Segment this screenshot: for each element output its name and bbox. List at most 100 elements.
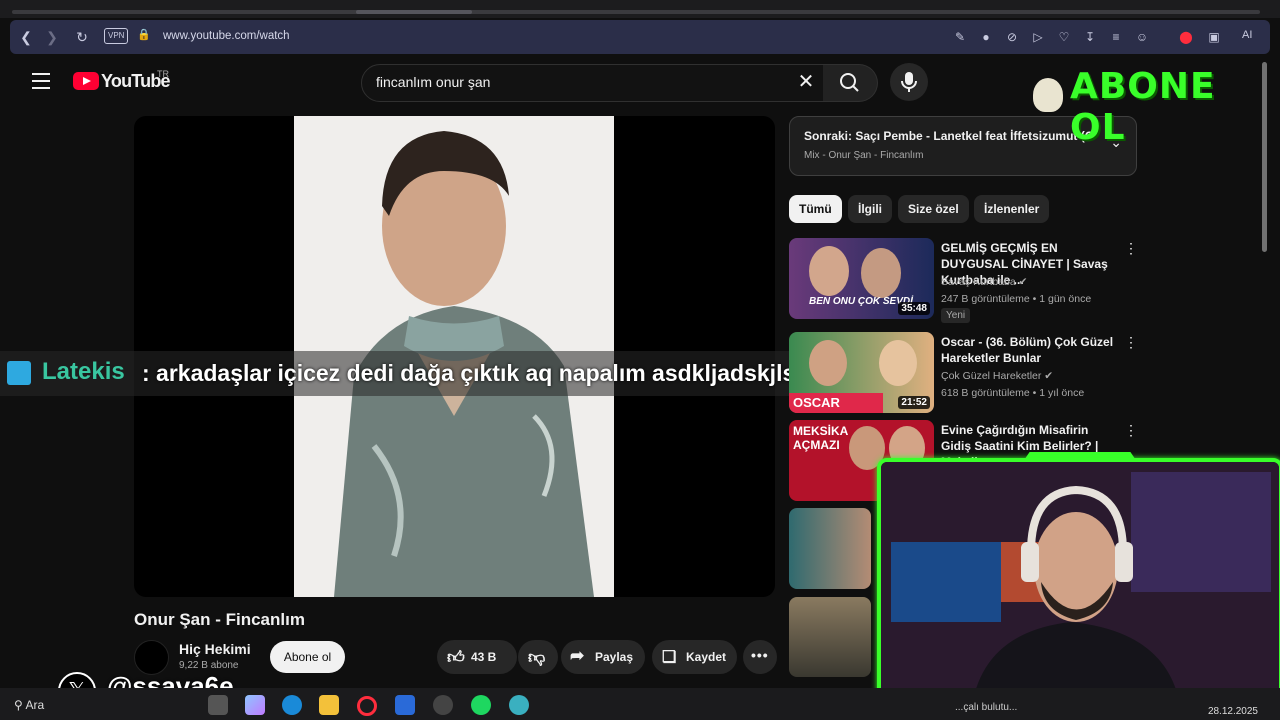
save-button[interactable]: ❏ Kaydet: [652, 640, 737, 674]
thumb-person: [809, 246, 849, 296]
subscribe-button[interactable]: Abone ol: [270, 641, 345, 673]
chat-overlay: Latekis : arkadaşlar içicez dedi dağa çı…: [0, 351, 895, 396]
bookmark-icon: ❏: [662, 649, 677, 666]
microphone-icon: [901, 72, 917, 92]
mail-icon[interactable]: [395, 695, 415, 715]
channel-avatar[interactable]: [134, 640, 169, 675]
app-icon[interactable]: [208, 695, 228, 715]
thumb-person: [809, 340, 847, 386]
download-icon[interactable]: ↧: [1082, 29, 1098, 45]
forward-icon[interactable]: ❯: [42, 27, 62, 47]
chip-all[interactable]: Tümü: [789, 195, 842, 223]
search-icon: ⚲: [14, 698, 23, 712]
voice-search-button[interactable]: [890, 63, 928, 101]
rec-menu-icon[interactable]: ⋮: [1124, 422, 1138, 439]
rec-meta-1: 247 B görüntüleme • 1 gün önce: [941, 293, 1092, 305]
copilot-icon[interactable]: [245, 695, 265, 715]
like-count: 43 B: [471, 650, 497, 664]
chat-badge-icon: [7, 361, 31, 385]
chip-watched[interactable]: İzlenenler: [974, 195, 1050, 223]
rec-thumbnail-5[interactable]: [789, 597, 871, 677]
edit-icon[interactable]: ✎: [952, 29, 968, 45]
skull-icon: [1033, 78, 1063, 112]
app-icon[interactable]: [433, 695, 453, 715]
search-button[interactable]: [823, 64, 878, 102]
tray-text: ...çalı bulutu...: [955, 702, 1018, 713]
reload-icon[interactable]: ↻: [72, 27, 92, 47]
thumb-person: [861, 248, 901, 298]
spotify-icon[interactable]: [471, 695, 491, 715]
rec-channel-2[interactable]: Çok Güzel Hareketler ✔: [941, 370, 1053, 382]
profile-icon[interactable]: ☺: [1134, 29, 1150, 45]
save-label: Kaydet: [686, 650, 727, 664]
address-field[interactable]: www.youtube.com/watch: [163, 30, 290, 42]
camera-icon[interactable]: ●: [978, 29, 994, 45]
menu-icon[interactable]: [32, 73, 50, 89]
back-icon[interactable]: ❮: [16, 27, 36, 47]
duration-badge: 35:48: [898, 302, 930, 315]
thumbs-down-icon: 👎︎: [528, 648, 546, 667]
opera-gx-icon[interactable]: [357, 696, 377, 716]
thumb-caption: OSCAR: [789, 393, 883, 413]
like-button[interactable]: 👍︎ 43 B: [437, 640, 517, 674]
search-input[interactable]: fincanlım onur şan ✕: [361, 64, 825, 102]
share-label: Paylaş: [595, 650, 634, 664]
streamer-video: [881, 462, 1279, 712]
share-button[interactable]: ➦ Paylaş: [561, 640, 645, 674]
menu-lines-icon[interactable]: ≡: [1108, 29, 1124, 45]
edge-icon[interactable]: [282, 695, 302, 715]
more-icon: •••: [751, 647, 769, 663]
block-icon[interactable]: ⊘: [1004, 29, 1020, 45]
channel-name[interactable]: Hiç Hekimi: [179, 641, 251, 657]
extension-icon[interactable]: ▣: [1206, 29, 1222, 45]
rec-thumbnail-4[interactable]: [789, 508, 871, 589]
video-title: Onur Şan - Fincanlım: [134, 610, 305, 629]
thumb-caption: MEKSİKA AÇMAZI: [793, 424, 848, 452]
play-icon[interactable]: ▷: [1030, 29, 1046, 45]
search-query[interactable]: fincanlım onur şan: [376, 74, 490, 90]
clear-icon[interactable]: ✕: [792, 69, 820, 95]
rec-thumbnail-2[interactable]: OSCAR 21:52: [789, 332, 934, 413]
os-taskbar: ⚲ Ara ...çalı bulutu... 28.12.2025: [0, 688, 1280, 720]
heart-icon[interactable]: ♡: [1056, 29, 1072, 45]
app-icon[interactable]: [509, 695, 529, 715]
taskbar-search[interactable]: ⚲ Ara: [14, 698, 44, 712]
subscribe-overlay: ABONE OL: [1070, 66, 1216, 148]
chat-message: : arkadaşlar içicez dedi dağa çıktık aq …: [142, 360, 823, 386]
thumbs-up-icon: 👍︎: [447, 648, 465, 667]
rec-menu-icon[interactable]: ⋮: [1124, 334, 1138, 351]
verified-icon: ✔: [1044, 370, 1054, 382]
rec-channel-1[interactable]: Savaş Kurtbaba ✔: [941, 276, 1027, 288]
country-code: TR: [157, 69, 169, 79]
chip-related[interactable]: İlgili: [848, 195, 892, 223]
subscriber-count: 9,22 B abone: [179, 660, 239, 671]
more-actions-button[interactable]: •••: [743, 640, 777, 674]
chat-username: Latekis: [42, 358, 125, 385]
thumb-caption: BEN ONU ÇOK SEVDİ: [809, 296, 913, 307]
folder-icon[interactable]: [319, 695, 339, 715]
taskbar-date: 28.12.2025: [1207, 706, 1258, 717]
verified-icon: ✔: [1018, 276, 1028, 288]
active-tab[interactable]: [356, 10, 472, 14]
webcam-feed: [877, 458, 1280, 716]
rec-meta-2: 618 B görüntüleme • 1 yıl önce: [941, 387, 1085, 399]
youtube-logo-icon[interactable]: [73, 72, 99, 90]
up-next-title[interactable]: Sonraki: Saçı Pembe - Lanetkel feat İffe…: [804, 129, 1094, 143]
chip-for-you[interactable]: Size özel: [898, 195, 969, 223]
thumb-person: [879, 340, 917, 386]
rec-menu-icon[interactable]: ⋮: [1124, 240, 1138, 257]
browser-toolbar: ❮ ❯ ↻ VPN 🔒 www.youtube.com/watch ✎ ● ⊘ …: [10, 20, 1270, 54]
rec-thumbnail-1[interactable]: BEN ONU ÇOK SEVDİ 35:48: [789, 238, 934, 319]
duration-badge: 21:52: [898, 396, 930, 409]
lock-icon[interactable]: 🔒: [137, 28, 151, 41]
rec-title-2[interactable]: Oscar - (36. Bölüm) Çok Güzel Hareketler…: [941, 334, 1116, 366]
opera-icon[interactable]: ⬤: [1178, 29, 1194, 45]
vpn-badge[interactable]: VPN: [104, 28, 129, 44]
tab-strip: [0, 0, 1280, 18]
ai-button[interactable]: AI: [1242, 29, 1252, 41]
search-icon: [840, 73, 859, 92]
up-next-subtitle: Mix - Onur Şan - Fincanlım: [804, 150, 924, 161]
new-badge: Yeni: [941, 308, 971, 323]
dislike-button[interactable]: 👎︎: [518, 640, 558, 674]
share-icon: ➦: [570, 646, 585, 665]
